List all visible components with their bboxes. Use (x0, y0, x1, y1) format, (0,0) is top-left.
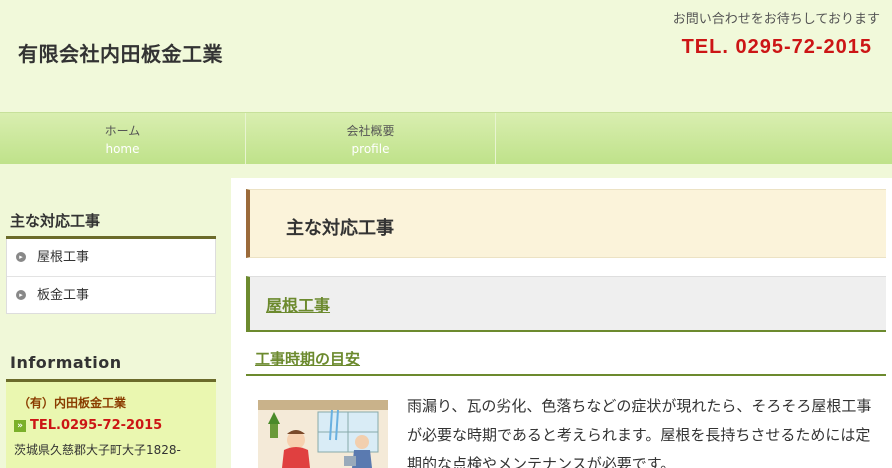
nav-item-profile[interactable]: 会社概要 profile (246, 113, 496, 164)
info-company-name: （有）内田板金工業 (18, 396, 127, 410)
info-box: （有）内田板金工業 » TEL.0295-72-2015 茨城県久慈郡大子町大子1… (6, 382, 216, 468)
roof-leak-illustration (258, 400, 388, 468)
subsection-divider (246, 374, 886, 376)
body-text: 雨漏り、瓦の劣化、色落ちなどの症状が現れたら、そろそろ屋根工事が必要な時期である… (407, 397, 872, 468)
info-phone: » TEL.0295-72-2015 (14, 418, 162, 433)
sidebar-menu: ▸ 屋根工事 ▸ 板金工事 (6, 239, 216, 314)
nav-item-label: ホーム (104, 124, 141, 138)
nav-item-sublabel: profile (351, 142, 390, 156)
nav-item-label: 会社概要 (346, 124, 395, 138)
site-title[interactable]: 有限会社内田板金工業 (18, 38, 223, 67)
sidebar-item-label: 板金工事 (37, 288, 90, 303)
info-address: 茨城県久慈郡大子町大子1828- (14, 443, 181, 457)
sidebar-item-roof[interactable]: ▸ 屋根工事 (7, 239, 215, 276)
info-phone-text: TEL.0295-72-2015 (30, 418, 163, 433)
nav-item-sublabel: home (105, 142, 140, 156)
header-tagline: お問い合わせをお待ちしております (672, 12, 880, 27)
page-title: 主な対応工事 (286, 218, 394, 239)
sidebar: 主な対応工事 ▸ 屋根工事 ▸ 板金工事 Information （有）内田板金… (0, 164, 230, 468)
sidebar-item-sheet-metal[interactable]: ▸ 板金工事 (7, 276, 215, 313)
site-header: 有限会社内田板金工業 お問い合わせをお待ちしております TEL. 0295-72… (0, 0, 892, 112)
bullet-icon: ▸ (16, 290, 26, 300)
arrow-icon: » (14, 420, 26, 432)
bullet-icon: ▸ (16, 252, 26, 262)
section-heading-box: 屋根工事 (246, 276, 886, 332)
subsection-title[interactable]: 工事時期の目安 (255, 348, 360, 369)
sidebar-item-label: 屋根工事 (37, 250, 90, 265)
global-nav: ホーム home 会社概要 profile (0, 112, 892, 164)
main-content: 主な対応工事 屋根工事 工事時期の目安 雨漏り、瓦の劣化、色落ちなどの症状が現れ… (231, 178, 892, 468)
section-title[interactable]: 屋根工事 (266, 292, 330, 316)
page-title-box: 主な対応工事 (246, 189, 886, 258)
sidebar-menu-heading: 主な対応工事 (10, 212, 101, 230)
header-phone: TEL. 0295-72-2015 (681, 36, 872, 58)
nav-item-home[interactable]: ホーム home (0, 113, 246, 164)
sidebar-info-heading: Information (10, 353, 122, 372)
